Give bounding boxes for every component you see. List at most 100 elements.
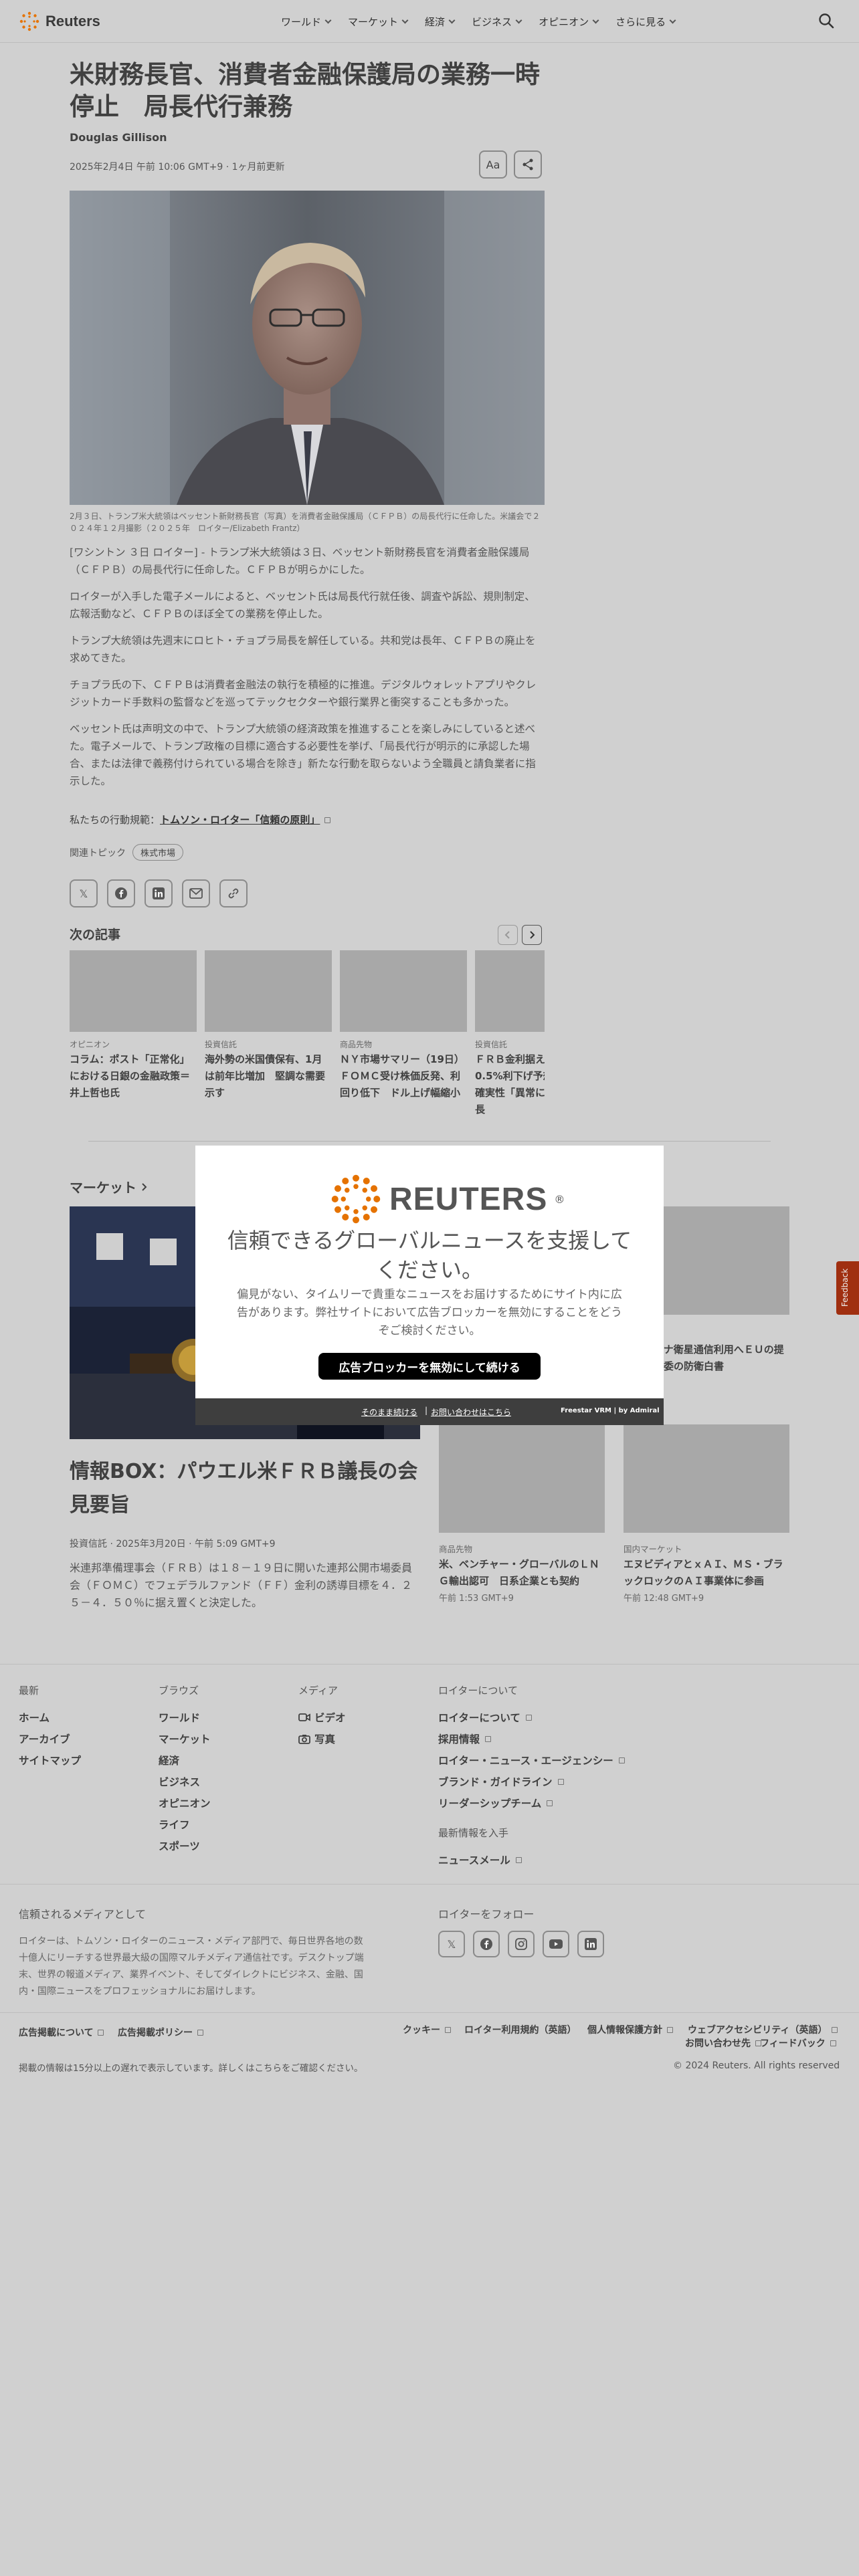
market-story-card[interactable]: 国内マーケット エヌビディアとｘＡＩ、ＭＳ・ブラックロックのＡＩ事業体に参画 午… <box>624 1424 789 1604</box>
footer-bottom-link[interactable]: フィードバック <box>760 2036 836 2050</box>
trusted-text: ロイターは、トムソン・ロイターのニュース・メディア部門で、毎日世界各地の数十億人… <box>19 1936 364 1997</box>
story-thumbnail <box>439 1424 605 1533</box>
feedback-label: Feedback <box>840 1268 850 1307</box>
next-article-card[interactable]: 商品先物 ＮＹ市場サマリー（19日）ＦＯＭＣ受け株価反発、利回り低下 ドル上げ幅… <box>340 950 467 1101</box>
modal-title: 信頼できるグローバルニュースを支援してください。 <box>227 1228 632 1283</box>
reuters-logo-icon <box>331 1174 381 1224</box>
feedback-tab[interactable]: Feedback <box>836 1261 859 1315</box>
follow-facebook-button[interactable] <box>473 1931 500 1957</box>
footer-bottom-link[interactable]: ロイター利用規約（英語） <box>464 2023 576 2036</box>
next-article-card[interactable]: オピニオン コラム：ポスト「正常化」における日銀の金融政策＝井上哲也氏 <box>70 950 197 1101</box>
footer-link[interactable]: ニュースメール <box>438 1849 625 1870</box>
external-link-icon <box>515 1856 522 1863</box>
paragraph: トランプ大統領は先週末にロヒト・チョプラ局長を解任している。共和党は長年、ＣＦＰ… <box>70 635 536 664</box>
nav-economy[interactable]: 経済 <box>425 15 456 29</box>
footer-link[interactable]: 経済 <box>159 1749 211 1771</box>
footer-bottom-link[interactable]: 個人情報保護方針 <box>587 2023 673 2036</box>
author-link[interactable]: Douglas Gillison <box>70 131 545 144</box>
footer-link[interactable]: マーケット <box>159 1728 211 1749</box>
next-article-card[interactable]: 投資信託 ＦＲＢ金利据え置き、年内0.5%利下げ予想維持 不確実性「異常に高い」… <box>475 950 545 1118</box>
feature-meta: 投資信託 · 2025年3月20日 · 午前 5:09 GMT+9 <box>70 1539 276 1549</box>
story-title: 米、ベンチャー・グローバルのＬＮＧ輸出認可 日系企業とも契約 <box>439 1558 599 1587</box>
follow-heading: ロイターをフォロー <box>438 1908 535 1921</box>
external-link-icon <box>444 2027 451 2033</box>
share-linkedin-button[interactable] <box>145 879 173 907</box>
footer-link[interactable]: ホーム <box>19 1707 81 1728</box>
reuters-logo[interactable]: Reuters <box>19 11 100 32</box>
footer-link-label: クッキー <box>403 2025 440 2036</box>
chevron-down-icon <box>669 17 676 24</box>
footer-link[interactable]: ロイター・ニュース・エージェンシー <box>438 1749 625 1771</box>
article-thumbnail <box>475 950 545 1032</box>
follow-youtube-button[interactable] <box>543 1931 569 1957</box>
share-button[interactable] <box>514 150 542 179</box>
share-facebook-button[interactable] <box>107 879 135 907</box>
publish-date: 2025年2月4日 午前 10:06 GMT+9 · 1ヶ月前更新 <box>70 162 285 173</box>
topic-pill[interactable]: 株式市場 <box>132 844 184 861</box>
footer-link[interactable]: アーカイブ <box>19 1728 81 1749</box>
article-photo <box>70 191 545 505</box>
article-title: 海外勢の米国債保有、1月は前年比増加 堅調な需要示す <box>205 1053 326 1099</box>
footer-col-latest: 最新 ホーム アーカイブ サイトマップ <box>19 1683 81 1771</box>
follow-instagram-button[interactable] <box>508 1931 535 1957</box>
footer-link[interactable]: サイトマップ <box>19 1749 81 1771</box>
search-button[interactable] <box>818 12 835 29</box>
modal-reuters-logo: REUTERS ® <box>329 1172 565 1226</box>
trusted-media-block: 信頼されるメディアとして ロイターは、トムソン・ロイターのニュース・メディア部門… <box>19 1905 367 2000</box>
footer-link[interactable]: リーダーシップチーム <box>438 1792 625 1814</box>
footer-link[interactable]: ブランド・ガイドライン <box>438 1771 625 1792</box>
carousel-next-button[interactable] <box>522 925 542 945</box>
contact-link[interactable]: お問い合わせはこちら <box>431 1406 511 1418</box>
standards-prefix: 私たちの行動規範： <box>70 814 161 826</box>
modal-footer-bar: そのまま続ける | お問い合わせはこちら Freestar VRM | by A… <box>195 1398 664 1425</box>
modal-body: 偏見がない、タイムリーで貴重なニュースをお届けするためにサイト内に広告があります… <box>237 1288 622 1337</box>
footer-bottom-link[interactable]: お問い合わせ先 <box>685 2036 761 2050</box>
section-divider <box>88 1141 771 1142</box>
nav-more[interactable]: さらに見る <box>615 15 676 29</box>
paragraph: [ワシントン ３日 ロイター] - トランプ米大統領は３日、ベッセント新財務長官… <box>70 546 530 576</box>
copy-link-button[interactable] <box>219 879 248 907</box>
market-story-card[interactable]: 商品先物 米、ベンチャー・グローバルのＬＮＧ輸出認可 日系企業とも契約 午前 1… <box>439 1424 605 1604</box>
footer-link[interactable]: 採用情報 <box>438 1728 625 1749</box>
share-email-button[interactable] <box>182 879 210 907</box>
continue-anyway-link[interactable]: そのまま続ける <box>361 1406 417 1418</box>
footer-link[interactable]: ビジネス <box>159 1771 211 1792</box>
footer-bottom-link[interactable]: 広告掲載について <box>19 2026 104 2039</box>
feature-title[interactable]: 情報BOX：パウエル米ＦＲＢ議長の会見要旨 <box>70 1455 420 1522</box>
disable-adblocker-button[interactable]: 広告ブロッカーを無効にして続ける <box>318 1353 541 1380</box>
carousel-prev-button[interactable] <box>498 925 518 945</box>
follow-block: ロイターをフォロー 𝕏 <box>438 1905 604 1957</box>
footer-link-label: フィードバック <box>760 2038 826 2049</box>
youtube-icon <box>549 1939 563 1949</box>
standards-line: 私たちの行動規範：トムソン・ロイター「信頼の原則」 <box>70 813 545 827</box>
nav-label: ビジネス <box>472 16 512 28</box>
footer-link[interactable]: ライフ <box>159 1814 211 1835</box>
footer-link[interactable]: ロイターについて <box>438 1707 625 1728</box>
link-separator: | <box>425 1406 428 1415</box>
next-articles-carousel: オピニオン コラム：ポスト「正常化」における日銀の金融政策＝井上哲也氏 投資信託… <box>70 950 545 1124</box>
nav-world[interactable]: ワールド <box>281 15 332 29</box>
text-size-button[interactable]: Aa <box>479 150 507 179</box>
footer-video-link[interactable]: ビデオ <box>298 1707 346 1728</box>
next-articles-title: 次の記事 <box>70 928 121 942</box>
footer-bottom-link[interactable]: クッキー <box>403 2023 451 2036</box>
next-article-card[interactable]: 投資信託 海外勢の米国債保有、1月は前年比増加 堅調な需要示す <box>205 950 332 1101</box>
article-kicker: 投資信託 <box>475 1040 508 1049</box>
nav-markets[interactable]: マーケット <box>348 15 409 29</box>
share-x-button[interactable]: 𝕏 <box>70 879 98 907</box>
nav-business[interactable]: ビジネス <box>472 15 522 29</box>
footer-bottom-link[interactable]: ウェブアクセシビリティ（英語） <box>688 2023 838 2036</box>
footer-link[interactable]: オピニオン <box>159 1792 211 1814</box>
link-icon <box>228 888 239 899</box>
trust-principles-link[interactable]: トムソン・ロイター「信頼の原則」 <box>160 814 320 826</box>
nav-opinion[interactable]: オピニオン <box>539 15 599 29</box>
footer-link[interactable]: ワールド <box>159 1707 211 1728</box>
footer-link[interactable]: スポーツ <box>159 1835 211 1856</box>
external-link-icon <box>666 2027 673 2033</box>
chevron-left-icon <box>504 931 510 939</box>
footer-photo-link[interactable]: 写真 <box>298 1728 346 1749</box>
follow-x-button[interactable]: 𝕏 <box>438 1931 465 1957</box>
external-link-icon <box>197 2030 203 2036</box>
footer-bottom-link[interactable]: 広告掲載ポリシー <box>118 2026 203 2039</box>
follow-linkedin-button[interactable] <box>577 1931 604 1957</box>
